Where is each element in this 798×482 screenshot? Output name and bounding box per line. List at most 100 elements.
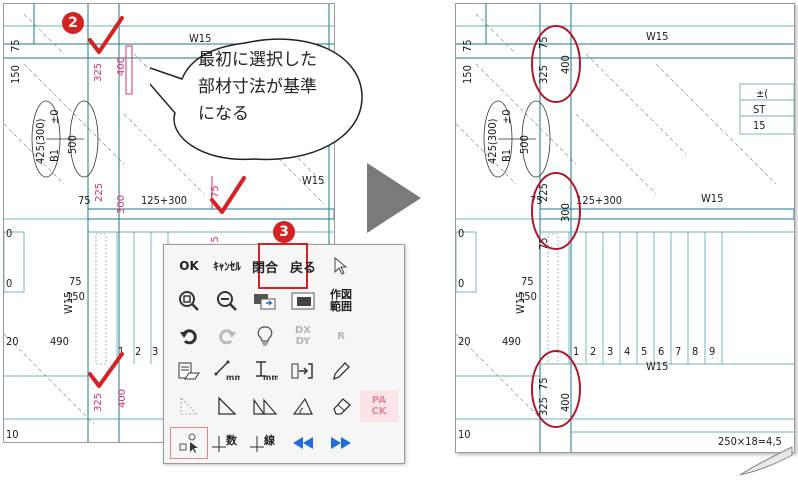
triangle-icon: [218, 396, 237, 415]
undo-icon: [180, 329, 197, 345]
dimension-count-button[interactable]: 数: [208, 427, 246, 459]
step-number: 9: [709, 345, 715, 358]
previous-button[interactable]: [284, 427, 322, 459]
callout-line-2: 部材寸法が基準: [198, 77, 317, 97]
label-125-300: 125+300: [576, 194, 622, 207]
label-20: 20: [6, 335, 19, 348]
palette-row-2: 作図 範囲: [170, 285, 398, 317]
highlight-circle: [531, 25, 581, 103]
measure-vertical-button[interactable]: mm: [246, 355, 284, 387]
snap-button[interactable]: [284, 355, 322, 387]
dimension-count-icon: 数: [212, 433, 238, 452]
label-500: 500: [518, 135, 531, 154]
move-view-button[interactable]: [246, 285, 284, 317]
plan-view-after[interactable]: W15 75 150 75 325 400 425(300) B1 ±0 500…: [455, 3, 795, 453]
label-400-top: 400: [559, 55, 572, 74]
floor-plan-after: W15 75 150 75 325 400 425(300) B1 ±0 500…: [456, 4, 794, 452]
label-10: 10: [6, 428, 19, 441]
close-button[interactable]: 閉合: [246, 250, 284, 282]
eyedropper-button[interactable]: [322, 355, 360, 387]
label-0-a: 0: [6, 227, 12, 240]
step-number: 5: [641, 345, 647, 358]
whole-view-button[interactable]: [284, 285, 322, 317]
drawing-range-button[interactable]: 作図 範囲: [322, 285, 360, 317]
label-w15-mid: W15: [302, 174, 324, 187]
layer-button[interactable]: [170, 355, 208, 387]
next-button[interactable]: [322, 427, 360, 459]
label-pm-r: ±(: [756, 87, 768, 100]
palette-row-6: 数 線: [170, 427, 398, 459]
svg-text:mm: mm: [263, 373, 278, 382]
check-icon: [88, 352, 124, 388]
cancel-button[interactable]: ｷｬﾝｾﾙ: [208, 250, 246, 282]
triangle-dashed-button[interactable]: [170, 390, 208, 422]
label-425-300: 425(300): [486, 118, 499, 164]
label-150-b: 150: [518, 290, 537, 303]
pack-button[interactable]: PA CK: [360, 390, 398, 422]
tool-palette: OK ｷｬﾝｾﾙ 閉合 戻る 作図 範囲 DX DY R mm mm PA CK…: [163, 243, 405, 464]
zoom-out-icon: [217, 291, 237, 311]
zoom-out-button[interactable]: [208, 285, 246, 317]
double-triangle-icon: [253, 398, 278, 415]
measure-vertical-icon: mm: [256, 361, 278, 382]
label-75: 75: [9, 39, 22, 52]
triangle-dashed-icon: [180, 396, 199, 415]
measure-diagonal-icon: mm: [214, 360, 240, 382]
undo-button[interactable]: [170, 320, 208, 352]
r-button[interactable]: R: [322, 320, 360, 352]
label-225: 225: [94, 183, 105, 202]
angle-triangle-button[interactable]: [284, 390, 322, 422]
pointer-button[interactable]: [322, 250, 360, 282]
label-w15-top: W15: [646, 30, 668, 43]
redo-icon: [219, 329, 236, 345]
hint-button[interactable]: [246, 320, 284, 352]
label-pm0: ±0: [48, 109, 61, 124]
label-75-bottom: 75: [537, 377, 550, 390]
label-300: 300: [559, 203, 572, 222]
label-15: 15: [753, 119, 766, 132]
step-number: 6: [658, 345, 664, 358]
rewind-icon: [293, 437, 313, 449]
eraser-button[interactable]: [322, 390, 360, 422]
step-2-badge: 2: [62, 12, 84, 34]
measure-diagonal-button[interactable]: mm: [208, 355, 246, 387]
step-number: 3: [607, 345, 613, 358]
highlight-circle: [531, 172, 581, 250]
label-b1: B1: [500, 149, 513, 162]
svg-text:数: 数: [226, 433, 238, 447]
highlight-circles: [531, 25, 581, 428]
label-490: 490: [502, 335, 521, 348]
label-125-300: 125+300: [141, 194, 187, 207]
check-icon: [88, 16, 124, 54]
label-pm0: ±0: [500, 109, 513, 124]
label-75-red: 75: [210, 185, 221, 198]
double-triangle-button[interactable]: [246, 390, 284, 422]
palette-row-1: OK ｷｬﾝｾﾙ 閉合 戻る: [170, 250, 398, 282]
label-75-d: 75: [521, 275, 534, 288]
zoom-in-button[interactable]: [170, 285, 208, 317]
dimension-line-button[interactable]: 線: [246, 427, 284, 459]
redo-button[interactable]: [208, 320, 246, 352]
label-0-b: 0: [6, 277, 12, 290]
lightbulb-icon: [257, 326, 273, 346]
label-n3: 3: [152, 345, 158, 358]
select-member-button[interactable]: [170, 427, 208, 459]
label-400-bottom: 400: [559, 393, 572, 412]
triangle-button[interactable]: [208, 390, 246, 422]
layer-doc-icon: [178, 362, 200, 380]
label-0-b: 0: [458, 277, 464, 290]
label-325-top: 325: [537, 65, 550, 84]
palette-row-4: mm mm: [170, 355, 398, 387]
label-10: 10: [458, 428, 471, 441]
step-number: 4: [624, 345, 630, 358]
cursor-icon: [334, 257, 348, 275]
label-st: ST: [753, 103, 766, 116]
dxdy-button[interactable]: DX DY: [284, 320, 322, 352]
fast-forward-icon: [331, 437, 351, 449]
label-150: 150: [461, 65, 474, 84]
label-w15-low: W15: [646, 360, 668, 373]
back-button[interactable]: 戻る: [284, 250, 322, 282]
zoom-in-icon: [179, 291, 199, 311]
next-arrow-icon: [367, 163, 421, 233]
ok-button[interactable]: OK: [170, 250, 208, 282]
